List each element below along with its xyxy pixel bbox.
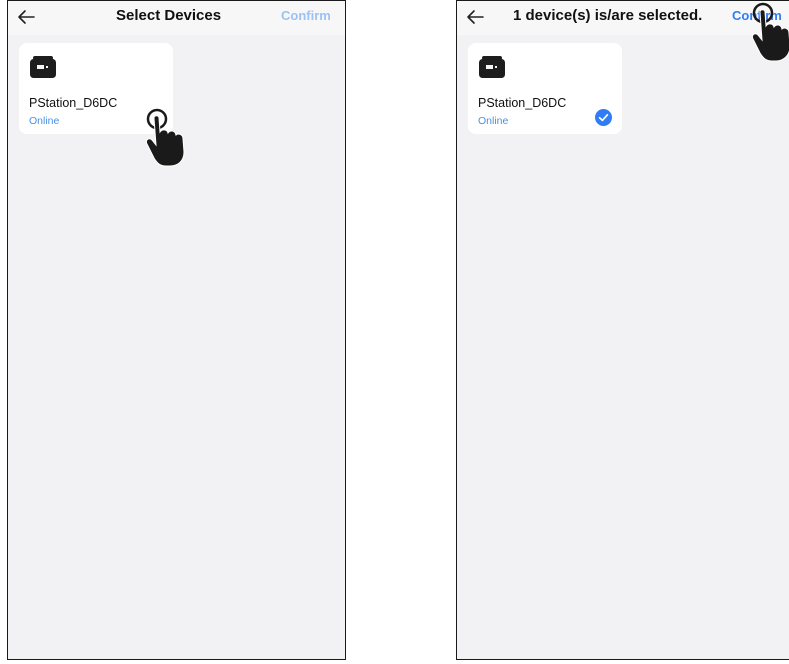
nav-bar: Select Devices Confirm [8,1,345,35]
arrow-left-icon[interactable] [463,5,487,29]
nav-bar: 1 device(s) is/are selected. Confirm [457,1,789,35]
device-card[interactable]: PStation_D6DC Online [19,43,173,134]
select-devices-screen-before: Select Devices Confirm PStation_D6DC Onl… [7,0,346,660]
device-name: PStation_D6DC [29,96,118,110]
confirm-button[interactable]: Confirm [732,8,782,23]
page-title: Select Devices [116,7,222,24]
device-status: Online [29,115,60,127]
arrow-left-icon[interactable] [14,5,38,29]
confirm-button[interactable]: Confirm [281,8,331,23]
device-card[interactable]: PStation_D6DC Online [468,43,622,134]
power-station-icon [30,56,56,78]
page-title: 1 device(s) is/are selected. [513,7,703,24]
power-station-icon [479,56,505,78]
device-status: Online [478,115,509,127]
checkmark-circle-icon[interactable] [595,109,612,126]
select-devices-screen-after: 1 device(s) is/are selected. Confirm PSt… [456,0,789,660]
device-name: PStation_D6DC [478,96,567,110]
